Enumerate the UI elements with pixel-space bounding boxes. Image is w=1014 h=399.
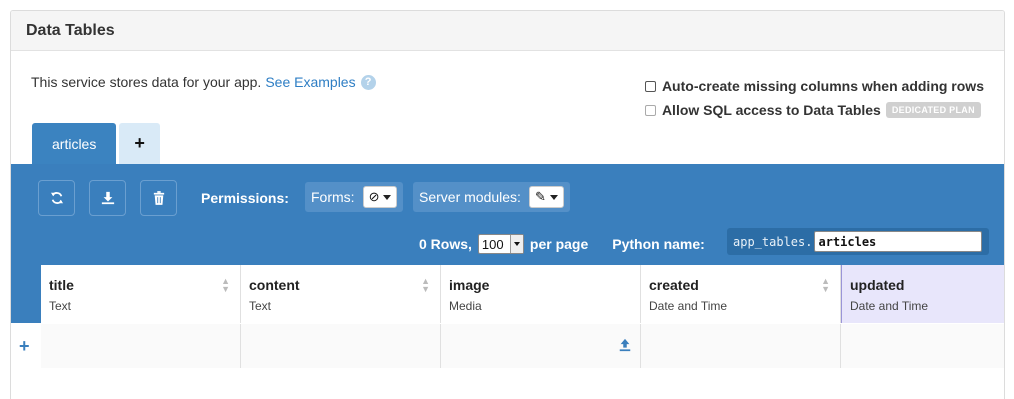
sql-access-option: Allow SQL access to Data Tables DEDICATE… xyxy=(644,98,984,122)
python-name-box: app_tables. articles xyxy=(727,228,989,255)
column-header-image[interactable]: image Media xyxy=(441,265,641,323)
column-type: Date and Time xyxy=(649,299,728,313)
refresh-icon xyxy=(50,192,63,204)
table-row xyxy=(41,324,1004,368)
column-name: created xyxy=(649,277,699,293)
python-name-input[interactable]: articles xyxy=(814,231,983,252)
column-type: Text xyxy=(49,299,72,313)
sort-icon[interactable]: ▲ ▼ xyxy=(221,277,230,294)
refresh-button[interactable] xyxy=(38,180,75,216)
delete-table-button[interactable] xyxy=(140,180,177,216)
per-page-value: 100 xyxy=(481,236,504,252)
per-page-label: per page xyxy=(529,236,589,252)
column-header-content[interactable]: content Text ▲ ▼ xyxy=(241,265,441,323)
sort-icon[interactable]: ▲ ▼ xyxy=(421,277,430,294)
tab-articles[interactable]: articles xyxy=(32,123,117,164)
add-table-tab[interactable]: + xyxy=(119,123,160,164)
column-type: Media xyxy=(449,299,482,313)
column-name: image xyxy=(449,277,490,293)
table-toolbar: Permissions: Forms: ⊘ Server modules: ✎ … xyxy=(11,164,1004,265)
column-header-title[interactable]: title Text ▲ ▼ xyxy=(41,265,241,323)
python-prefix: app_tables. xyxy=(733,234,813,249)
rows-info: 0 Rows, 100 per page Python name: xyxy=(419,234,705,254)
chevron-down-icon xyxy=(383,194,392,200)
help-icon[interactable]: ? xyxy=(360,74,376,90)
pencil-icon: ✎ xyxy=(534,189,546,204)
sql-access-label: Allow SQL access to Data Tables xyxy=(661,102,881,118)
table-row-gutter xyxy=(11,265,41,323)
table-tabs: articles + xyxy=(32,123,163,164)
server-modules-permission: Server modules: ✎ xyxy=(413,182,570,212)
panel-title: Data Tables xyxy=(26,21,115,39)
intro-description: This service stores data for your app. xyxy=(31,74,262,90)
trash-icon xyxy=(153,191,164,205)
column-header-created[interactable]: created Date and Time ▲ ▼ xyxy=(641,265,841,323)
table-cell[interactable] xyxy=(841,324,1004,368)
see-examples-link[interactable]: See Examples xyxy=(265,74,355,90)
server-modules-permission-select[interactable]: ✎ xyxy=(528,186,564,208)
sql-access-checkbox xyxy=(644,104,656,116)
column-name: updated xyxy=(850,277,905,293)
forms-permission-select[interactable]: ⊘ xyxy=(362,186,398,208)
python-name-label: Python name: xyxy=(612,236,705,252)
per-page-select[interactable]: 100 xyxy=(477,234,524,254)
table-cell[interactable] xyxy=(641,324,841,368)
select-arrow xyxy=(509,235,523,253)
auto-create-checkbox[interactable] xyxy=(644,80,656,92)
column-type: Text xyxy=(249,299,272,313)
download-icon xyxy=(101,191,114,205)
download-button[interactable] xyxy=(89,180,126,216)
column-name: content xyxy=(249,277,300,293)
forms-no-access-icon: ⊘ xyxy=(368,189,380,204)
sort-icon[interactable]: ▲ ▼ xyxy=(821,277,830,294)
dedicated-plan-badge: DEDICATED PLAN xyxy=(885,102,981,118)
server-modules-label: Server modules: xyxy=(419,189,521,205)
table-cell[interactable] xyxy=(441,324,641,368)
upload-icon[interactable] xyxy=(618,338,632,352)
chevron-down-icon xyxy=(549,194,558,200)
auto-create-label: Auto-create missing columns when adding … xyxy=(661,78,984,94)
table-cell[interactable] xyxy=(241,324,441,368)
panel-header: Data Tables xyxy=(11,11,1004,51)
column-header-updated[interactable]: updated Date and Time xyxy=(841,265,1004,323)
row-count: 0 Rows, xyxy=(419,236,472,252)
forms-label: Forms: xyxy=(311,189,355,205)
table-cell[interactable] xyxy=(41,324,241,368)
add-row-button[interactable]: + xyxy=(19,336,30,357)
data-tables-panel: Data Tables This service stores data for… xyxy=(10,10,1005,399)
table-header: title Text ▲ ▼ content Text ▲ ▼ image Medi… xyxy=(41,265,1004,323)
permissions-label: Permissions: xyxy=(201,190,289,206)
chevron-down-icon xyxy=(513,242,520,246)
table-options: Auto-create missing columns when adding … xyxy=(644,74,984,122)
column-type: Date and Time xyxy=(850,299,929,313)
column-name: title xyxy=(49,277,74,293)
forms-permission: Forms: ⊘ xyxy=(305,182,404,212)
intro-text: This service stores data for your app. S… xyxy=(31,74,376,90)
auto-create-option[interactable]: Auto-create missing columns when adding … xyxy=(644,74,984,98)
